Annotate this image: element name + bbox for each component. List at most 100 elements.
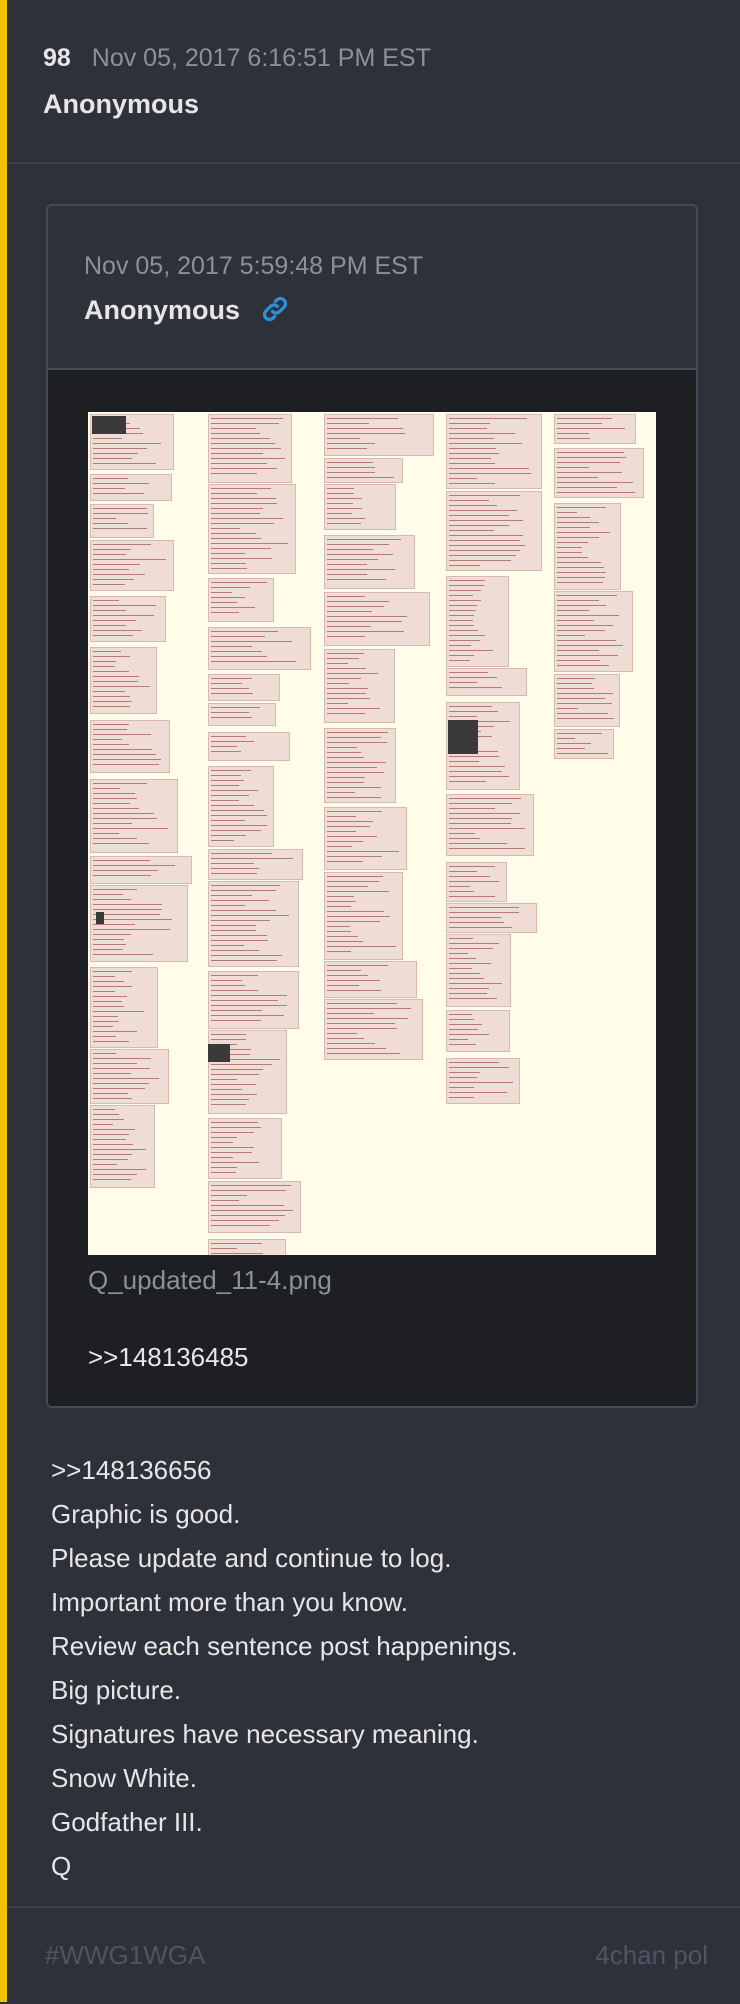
image-text-line bbox=[327, 1003, 397, 1004]
image-text-line bbox=[93, 803, 130, 804]
image-text-line bbox=[211, 950, 259, 951]
image-text-line bbox=[449, 625, 474, 626]
image-post-block bbox=[208, 578, 274, 622]
image-text-line bbox=[449, 530, 495, 531]
image-filename[interactable]: Q_updated_11-4.png bbox=[88, 1265, 332, 1296]
image-text-line bbox=[211, 553, 245, 554]
image-text-line bbox=[449, 640, 480, 641]
image-text-line bbox=[449, 655, 474, 656]
image-text-line bbox=[93, 929, 170, 930]
image-text-line bbox=[449, 585, 484, 586]
image-text-line bbox=[327, 762, 386, 763]
image-text-line bbox=[93, 788, 120, 789]
image-text-line bbox=[449, 423, 491, 424]
image-text-line bbox=[211, 498, 276, 499]
image-text-line bbox=[93, 1124, 114, 1125]
image-text-line bbox=[449, 433, 516, 434]
image-text-line bbox=[557, 567, 604, 568]
image-text-line bbox=[449, 682, 477, 683]
image-text-line bbox=[327, 678, 361, 679]
image-text-line bbox=[211, 1005, 287, 1006]
image-text-line bbox=[93, 1134, 129, 1135]
image-text-line bbox=[327, 574, 368, 575]
image-text-line bbox=[449, 1039, 468, 1040]
image-text-line bbox=[449, 1034, 490, 1035]
image-text-line bbox=[93, 818, 157, 819]
image-text-line bbox=[449, 463, 495, 464]
image-text-line bbox=[93, 894, 124, 895]
image-text-line bbox=[449, 798, 522, 799]
image-text-line bbox=[327, 821, 374, 822]
image-text-line bbox=[449, 620, 473, 621]
image-post-block bbox=[208, 1030, 288, 1114]
image-thumbnail bbox=[208, 1044, 230, 1062]
image-text-line bbox=[449, 871, 477, 872]
image-text-line bbox=[327, 448, 368, 449]
footer-tag[interactable]: #WWG1WGA bbox=[45, 1940, 205, 1971]
image-text-line bbox=[93, 724, 129, 725]
image-text-line bbox=[93, 1001, 122, 1002]
image-text-line bbox=[327, 477, 394, 478]
post-line[interactable]: >>148136656 bbox=[51, 1448, 518, 1492]
image-text-line bbox=[93, 661, 117, 662]
image-text-line bbox=[449, 687, 502, 688]
image-text-line bbox=[557, 547, 583, 548]
image-text-line bbox=[557, 738, 576, 739]
image-text-line bbox=[93, 615, 155, 616]
image-text-line bbox=[211, 1152, 253, 1153]
image-text-line bbox=[449, 468, 530, 469]
image-text-line bbox=[93, 838, 138, 839]
image-text-line bbox=[211, 863, 255, 864]
image-text-line bbox=[449, 1072, 481, 1073]
image-text-line bbox=[449, 998, 497, 999]
quote-reference[interactable]: >>148136485 bbox=[88, 1342, 249, 1373]
image-text-line bbox=[211, 528, 240, 529]
image-text-line bbox=[211, 905, 245, 906]
image-text-line bbox=[211, 612, 240, 613]
image-text-line bbox=[93, 438, 122, 439]
post-author: Anonymous bbox=[43, 89, 200, 119]
image-text-line bbox=[557, 753, 608, 754]
image-text-line bbox=[557, 582, 604, 583]
image-text-line bbox=[449, 993, 488, 994]
image-text-line bbox=[93, 1083, 149, 1084]
image-text-line bbox=[211, 890, 276, 891]
attached-image[interactable] bbox=[88, 412, 656, 1255]
image-text-line bbox=[327, 616, 407, 617]
image-text-line bbox=[449, 428, 487, 429]
image-text-line bbox=[93, 744, 129, 745]
link-icon[interactable] bbox=[260, 294, 290, 324]
image-text-line bbox=[557, 457, 626, 458]
image-thumbnail bbox=[96, 912, 104, 924]
image-post-block bbox=[324, 649, 395, 723]
image-text-line bbox=[211, 858, 294, 859]
image-text-line bbox=[327, 1038, 364, 1039]
image-text-line bbox=[449, 761, 480, 762]
image-text-line bbox=[93, 549, 132, 550]
image-text-line bbox=[93, 875, 151, 876]
footer-source[interactable]: 4chan pol bbox=[595, 1940, 708, 1971]
image-text-line bbox=[327, 673, 378, 674]
quoted-post-header: Nov 05, 2017 5:59:48 PM EST Anonymous bbox=[48, 206, 696, 370]
image-text-line bbox=[327, 906, 351, 907]
image-text-line bbox=[557, 630, 605, 631]
image-text-line bbox=[93, 458, 132, 459]
image-text-line bbox=[449, 866, 495, 867]
image-text-line bbox=[449, 922, 505, 923]
image-text-line bbox=[449, 917, 501, 918]
image-text-line bbox=[449, 1024, 483, 1025]
image-text-line bbox=[557, 605, 607, 606]
image-text-line bbox=[557, 640, 617, 641]
image-text-line bbox=[93, 605, 157, 606]
post-meta: 98 Nov 05, 2017 6:16:51 PM EST bbox=[43, 44, 431, 73]
image-text-line bbox=[557, 452, 624, 453]
image-text-line bbox=[449, 453, 499, 454]
image-text-line bbox=[93, 523, 129, 524]
image-text-line bbox=[211, 688, 249, 689]
image-text-line bbox=[557, 693, 613, 694]
image-text-line bbox=[211, 428, 257, 429]
image-text-line bbox=[327, 931, 351, 932]
image-text-line bbox=[449, 907, 519, 908]
image-text-line bbox=[211, 985, 246, 986]
image-text-line bbox=[327, 611, 373, 612]
